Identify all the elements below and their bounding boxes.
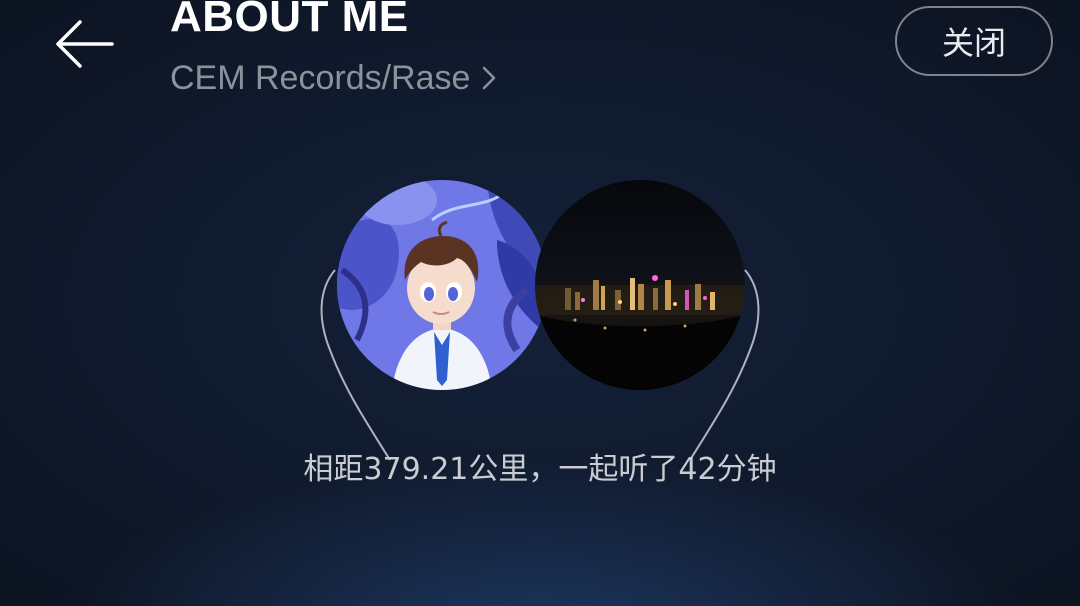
cartoon-avatar-image: [337, 180, 547, 390]
listen-together-screen: ABOUT ME CEM Records/Rase 关闭 相距379.21公里，…: [0, 0, 1080, 606]
listen-together-status: 相距379.21公里，一起听了42分钟: [303, 452, 777, 487]
chevron-right-icon: [483, 66, 496, 90]
arrow-left-icon: [56, 20, 114, 68]
playlist-link[interactable]: CEM Records/Rase: [170, 56, 496, 100]
close-button[interactable]: 关闭: [895, 6, 1053, 76]
page-title: ABOUT ME: [170, 0, 409, 41]
back-button[interactable]: [50, 14, 120, 74]
night-city-avatar-image: [535, 180, 745, 390]
playlist-source-label: CEM Records/Rase: [170, 58, 471, 97]
partner-avatar[interactable]: [535, 180, 745, 390]
user-avatar[interactable]: [337, 180, 547, 390]
